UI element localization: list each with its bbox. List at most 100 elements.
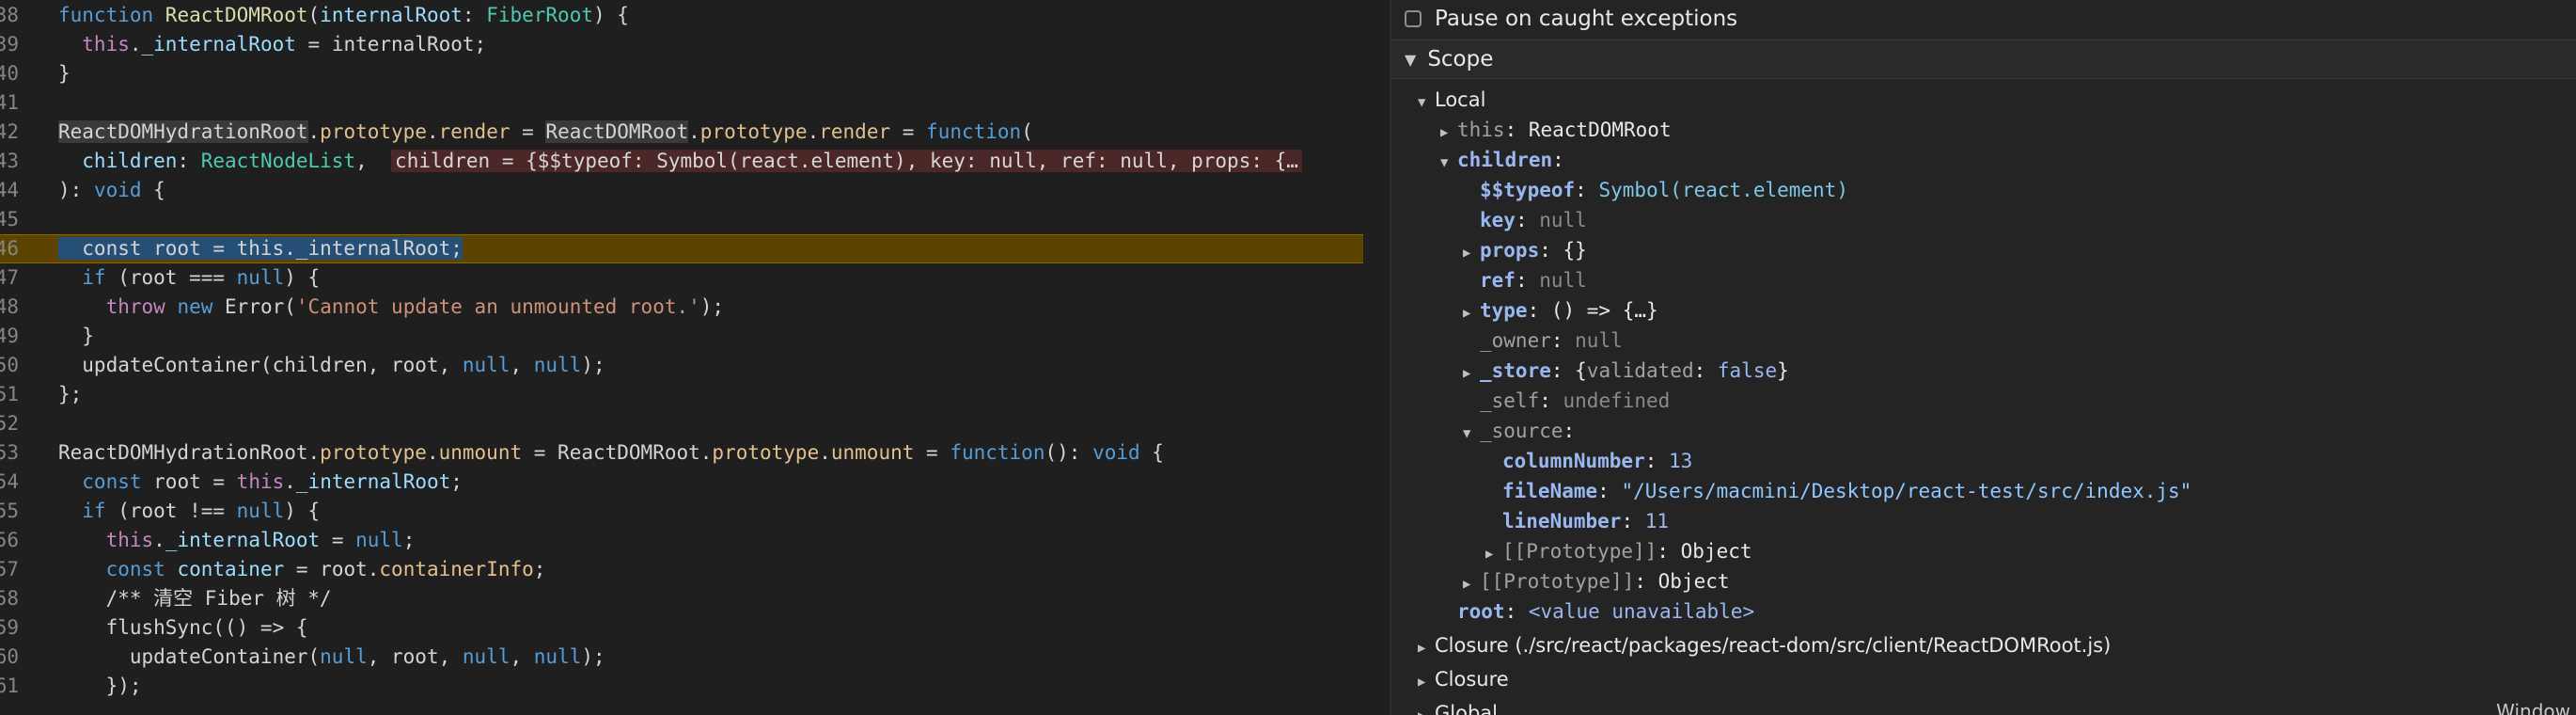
line-number[interactable]: 47 <box>0 263 19 293</box>
line-number[interactable]: 44 <box>0 176 19 205</box>
line-number[interactable]: 49 <box>0 322 19 351</box>
line-number[interactable]: 53 <box>0 438 19 468</box>
code-line[interactable]: 57 const container = root.containerInfo; <box>0 555 1363 584</box>
code-line[interactable]: 49 } <box>0 322 1363 351</box>
scope-property-row[interactable]: ▶ type: () => {…} <box>1463 295 1658 326</box>
line-number[interactable]: 50 <box>0 351 19 380</box>
chevron-down-icon: ▼ <box>1405 50 1417 69</box>
code-line[interactable]: 47 if (root === null) { <box>0 263 1363 293</box>
code-line[interactable]: 38 function ReactDOMRoot(internalRoot: Fi… <box>0 1 1363 30</box>
code-token: ; <box>402 529 416 551</box>
line-number[interactable]: 42 <box>0 118 19 147</box>
code-line[interactable]: 42 ReactDOMHydrationRoot.prototype.render… <box>0 118 1363 147</box>
code-token: ) { <box>592 4 629 26</box>
code-editor[interactable]: 38 function ReactDOMRoot(internalRoot: Fi… <box>0 0 1363 715</box>
expanded-arrow-icon[interactable]: ▼ <box>1440 148 1457 178</box>
scope-property-row[interactable]: ▼ children: <box>1440 145 1564 175</box>
line-number[interactable]: 59 <box>0 613 19 643</box>
scope-group-row[interactable]: ▼ Local <box>1418 85 1485 115</box>
code-line[interactable]: 58 /** 清空 Fiber 树 */ <box>0 584 1363 613</box>
code-line[interactable]: 45 <box>0 205 1363 234</box>
line-number[interactable]: 55 <box>0 497 19 526</box>
code-token: prototype <box>320 441 427 464</box>
code-line[interactable]: 52 <box>0 409 1363 438</box>
code-line[interactable]: 55 if (root !== null) { <box>0 497 1363 526</box>
line-number[interactable]: 40 <box>0 59 19 88</box>
scope-property-row[interactable]: ▶ props: {} <box>1463 235 1587 265</box>
code-line[interactable]: 44): void { <box>0 176 1363 205</box>
expanded-arrow-icon[interactable]: ▼ <box>1463 419 1480 449</box>
code-line[interactable]: 54 const root = this._internalRoot; <box>0 468 1363 497</box>
code-token: ): <box>58 179 94 201</box>
scope-property-row[interactable]: ▶ [[Prototype]]: Object <box>1485 536 1752 566</box>
code-line[interactable]: 61 }); <box>0 672 1363 701</box>
line-number[interactable]: 57 <box>0 555 19 584</box>
scope-group-row[interactable]: ▶Global <box>1418 698 1498 715</box>
code-line[interactable]: 60 updateContainer(null, root, null, nul… <box>0 643 1363 672</box>
code-line[interactable]: 39 this._internalRoot = internalRoot; <box>0 30 1363 59</box>
collapsed-arrow-icon[interactable]: ▶ <box>1463 238 1480 268</box>
property-value: : <box>1539 389 1563 412</box>
code-token: 'Cannot update an unmounted root.' <box>295 295 700 318</box>
line-number[interactable]: 46 <box>0 235 19 262</box>
code-text: const root = this._internalRoot; <box>58 235 463 262</box>
line-number[interactable]: 39 <box>0 30 19 59</box>
scope-property-row[interactable]: ▶ [[Prototype]]: Object <box>1463 566 1730 596</box>
scope-group-row[interactable]: ▶ Closure <box>1418 664 1509 694</box>
code-line[interactable]: 48 throw new Error('Cannot update an unm… <box>0 293 1363 322</box>
line-number[interactable]: 51 <box>0 380 19 409</box>
line-number[interactable]: 45 <box>0 205 19 234</box>
code-line[interactable]: 59 flushSync(() => { <box>0 613 1363 643</box>
code-token: } <box>58 325 94 347</box>
scope-group-row[interactable]: ▶ Closure (./src/react/packages/react-dom… <box>1418 630 2111 660</box>
property-value: <value unavailable> <box>1528 600 1755 623</box>
collapsed-arrow-icon[interactable]: ▶ <box>1418 633 1435 663</box>
code-token: container <box>177 558 285 580</box>
code-line[interactable]: 41 <box>0 88 1363 118</box>
collapsed-arrow-icon[interactable]: ▶ <box>1463 358 1480 389</box>
line-number[interactable]: 56 <box>0 526 19 555</box>
property-value: Closure <box>1435 668 1509 691</box>
code-line[interactable]: 50 updateContainer(children, root, null,… <box>0 351 1363 380</box>
pause-on-caught-exceptions-checkbox[interactable] <box>1405 10 1422 27</box>
code-line[interactable]: 53 ReactDOMHydrationRoot.prototype.unmoun… <box>0 438 1363 468</box>
code-token: , root, <box>367 645 463 668</box>
line-number[interactable]: 60 <box>0 643 19 672</box>
line-number[interactable]: 61 <box>0 672 19 701</box>
code-token: . <box>688 120 700 143</box>
code-token: ReactNodeList <box>200 150 356 172</box>
collapsed-arrow-icon[interactable]: ▶ <box>1418 667 1435 697</box>
scope-property-row[interactable]: ▶ _store: {validated: false} <box>1463 356 1789 386</box>
line-number[interactable]: 52 <box>0 409 19 438</box>
line-number[interactable]: 38 <box>0 1 19 30</box>
code-token: { <box>1139 441 1164 464</box>
code-line[interactable]: 40} <box>0 59 1363 88</box>
line-number[interactable]: 43 <box>0 147 19 176</box>
code-line[interactable]: 43 children: ReactNodeList, children = {… <box>0 147 1363 176</box>
code-line-current[interactable]: 46 const root = this._internalRoot; <box>0 234 1363 263</box>
scope-section-header[interactable]: ▼ Scope <box>1391 40 2576 79</box>
property-value: false <box>1717 359 1778 382</box>
line-number[interactable]: 54 <box>0 468 19 497</box>
collapsed-arrow-icon[interactable]: ▶ <box>1463 298 1480 328</box>
line-number[interactable]: 41 <box>0 88 19 118</box>
pause-on-caught-exceptions-row[interactable]: Pause on caught exceptions <box>1405 4 1737 34</box>
code-token: new <box>177 295 213 318</box>
collapsed-arrow-icon[interactable]: ▶ <box>1485 539 1502 569</box>
collapsed-arrow-icon[interactable]: ▶ <box>1440 118 1457 148</box>
line-number[interactable]: 48 <box>0 293 19 322</box>
code-line[interactable]: 51}; <box>0 380 1363 409</box>
scope-property-row[interactable]: ▼ _source: <box>1463 416 1575 446</box>
property-value: 11 <box>1644 510 1670 532</box>
expanded-arrow-icon[interactable]: ▼ <box>1418 87 1435 118</box>
scope-property-row[interactable]: ▶ this: ReactDOMRoot <box>1440 115 1672 145</box>
property-key: [[Prototype]] <box>1480 570 1635 593</box>
code-line[interactable]: 56 this._internalRoot = null; <box>0 526 1363 555</box>
code-token: null <box>462 354 510 376</box>
collapsed-arrow-icon[interactable]: ▶ <box>1418 701 1435 715</box>
code-text: }; <box>58 380 82 409</box>
collapsed-arrow-icon[interactable]: ▶ <box>1463 569 1480 599</box>
line-number[interactable]: 58 <box>0 584 19 613</box>
code-token: const <box>58 558 165 580</box>
code-token: this <box>236 470 285 493</box>
